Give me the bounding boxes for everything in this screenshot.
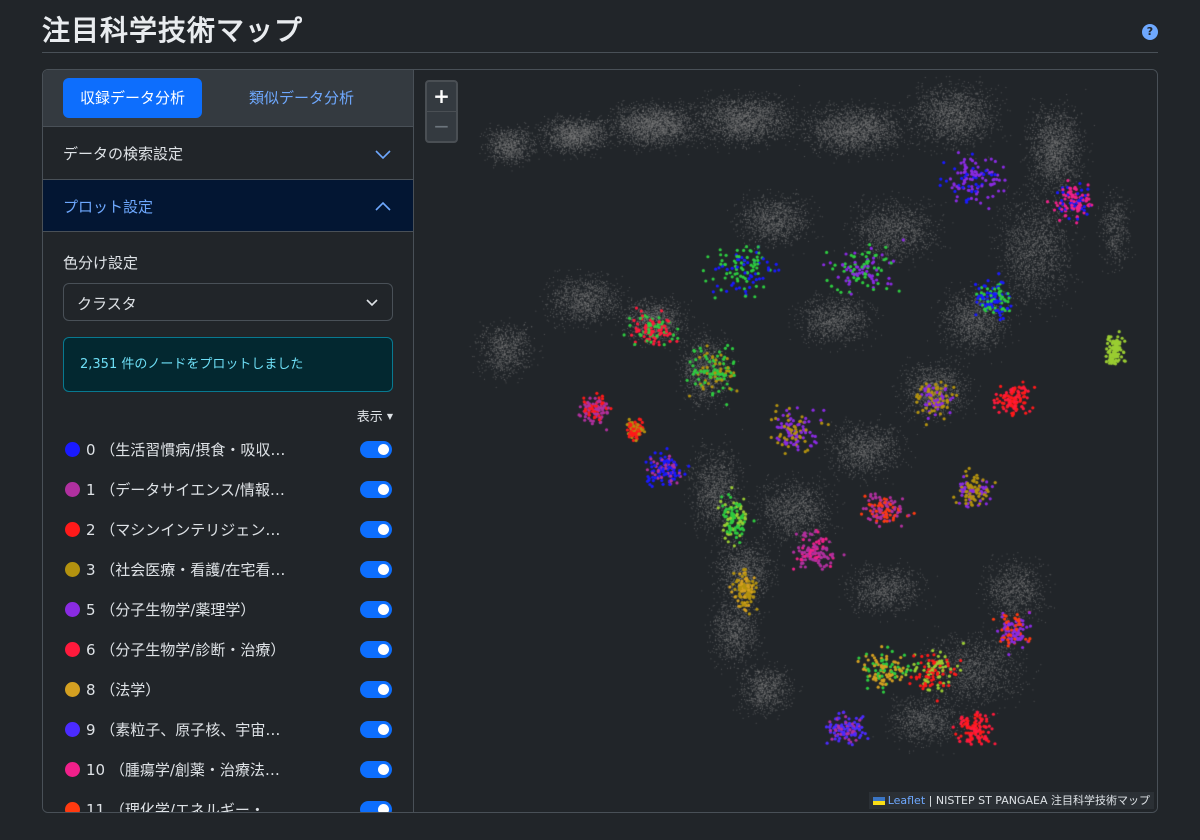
chevron-down-icon: [375, 150, 391, 160]
chevron-up-icon: [375, 201, 391, 211]
cluster-visibility-toggle[interactable]: [360, 641, 392, 658]
cluster-visibility-toggle[interactable]: [360, 721, 392, 738]
legend-item-label: 8 （法学）: [86, 681, 161, 699]
cluster-visibility-toggle[interactable]: [360, 801, 392, 812]
color-select-value: クラスタ: [77, 295, 137, 313]
legend-item: 1 （データサイエンス/情報…: [63, 470, 393, 510]
map-attribution: Leaflet | NISTEP ST PANGAEA 注目科学技術マップ: [868, 792, 1154, 809]
legend-item: 3 （社会医療・看護/在宅看…: [63, 550, 393, 590]
accordion-plot-settings[interactable]: プロット設定: [43, 179, 413, 232]
legend-item: 5 （分子生物学/薬理学）: [63, 590, 393, 630]
main-panel: 収録データ分析 類似データ分析 データの検索設定 プロット設定 色分け設定 クラ…: [42, 69, 1158, 813]
question-circle-icon[interactable]: ?: [1142, 24, 1158, 40]
cluster-color-dot: [65, 762, 80, 777]
cluster-visibility-toggle[interactable]: [360, 561, 392, 578]
legend-item-label: 3 （社会医療・看護/在宅看…: [86, 561, 286, 579]
ukraine-flag-icon: [872, 797, 885, 805]
legend-item-label: 6 （分子生物学/診断・治療）: [86, 641, 286, 659]
node-scatter-canvas[interactable]: [415, 70, 1157, 812]
legend-item-label: 9 （素粒子、原子核、宇宙…: [86, 721, 281, 739]
legend-item-label: 0 （生活習慣病/摂食・吸収…: [86, 441, 286, 459]
page-header: 注目科学技術マップ ?: [42, 0, 1158, 53]
legend-item: 10 （腫瘍学/創薬・治療法…: [63, 750, 393, 790]
legend-item: 9 （素粒子、原子核、宇宙…: [63, 710, 393, 750]
legend-item: 11 （理化学/エネルギー・…: [63, 790, 393, 812]
tab-recorded-data-analysis[interactable]: 収録データ分析: [63, 78, 203, 118]
cluster-color-dot: [65, 562, 80, 577]
cluster-color-dot: [65, 442, 80, 457]
cluster-visibility-toggle[interactable]: [360, 481, 392, 498]
plot-settings-body: 色分け設定 クラスタ 2,351 件のノードをプロットしました 表示 ▼ 0 （…: [43, 252, 413, 812]
cluster-color-dot: [65, 642, 80, 657]
zoom-in-button[interactable]: +: [427, 82, 456, 111]
sidebar: 収録データ分析 類似データ分析 データの検索設定 プロット設定 色分け設定 クラ…: [43, 70, 414, 812]
caret-down-icon: ▼: [386, 412, 393, 421]
color-select[interactable]: クラスタ: [63, 283, 393, 321]
cluster-color-dot: [65, 522, 80, 537]
legend-item-label: 5 （分子生物学/薬理学）: [86, 601, 256, 619]
cluster-color-dot: [65, 722, 80, 737]
leaflet-link[interactable]: Leaflet: [888, 794, 925, 807]
page-title: 注目科学技術マップ: [42, 14, 304, 47]
zoom-control: + −: [425, 80, 458, 143]
accordion-label: プロット設定: [63, 198, 154, 216]
cluster-color-dot: [65, 602, 80, 617]
legend-item-label: 2 （マシンインテリジェン…: [86, 521, 281, 539]
cluster-color-dot: [65, 482, 80, 497]
legend-item: 8 （法学）: [63, 670, 393, 710]
cluster-color-dot: [65, 682, 80, 697]
cluster-visibility-toggle[interactable]: [360, 601, 392, 618]
show-dropdown-label: 表示: [356, 410, 383, 425]
show-dropdown[interactable]: 表示 ▼: [63, 406, 393, 425]
cluster-color-dot: [65, 802, 80, 812]
color-setting-label: 色分け設定: [63, 254, 139, 272]
cluster-visibility-toggle[interactable]: [360, 761, 392, 778]
legend-item-label: 1 （データサイエンス/情報…: [86, 481, 285, 499]
cluster-visibility-toggle[interactable]: [360, 521, 392, 538]
accordion-label: データの検索設定: [63, 145, 184, 163]
cluster-visibility-toggle[interactable]: [360, 441, 392, 458]
legend-item-label: 11 （理化学/エネルギー・…: [86, 801, 280, 812]
tab-similar-data-analysis[interactable]: 類似データ分析: [232, 78, 371, 118]
chevron-down-icon: [366, 299, 378, 307]
cluster-visibility-toggle[interactable]: [360, 681, 392, 698]
legend-item: 2 （マシンインテリジェン…: [63, 510, 393, 550]
attribution-text: | NISTEP ST PANGAEA 注目科学技術マップ: [925, 794, 1150, 807]
map-view[interactable]: + − Leaflet | NISTEP ST PANGAEA 注目科学技術マッ…: [415, 70, 1157, 812]
legend-item: 6 （分子生物学/診断・治療）: [63, 630, 393, 670]
accordion-search-settings[interactable]: データの検索設定: [43, 126, 413, 179]
legend-item-label: 10 （腫瘍学/創薬・治療法…: [86, 761, 280, 779]
plot-status-alert: 2,351 件のノードをプロットしました: [63, 337, 393, 392]
legend-item: 0 （生活習慣病/摂食・吸収…: [63, 430, 393, 470]
cluster-legend: 0 （生活習慣病/摂食・吸収… 1 （データサイエンス/情報… 2 （マシンインテリ…: [63, 430, 393, 812]
tab-bar: 収録データ分析 類似データ分析: [43, 70, 413, 126]
zoom-out-button[interactable]: −: [427, 111, 456, 140]
